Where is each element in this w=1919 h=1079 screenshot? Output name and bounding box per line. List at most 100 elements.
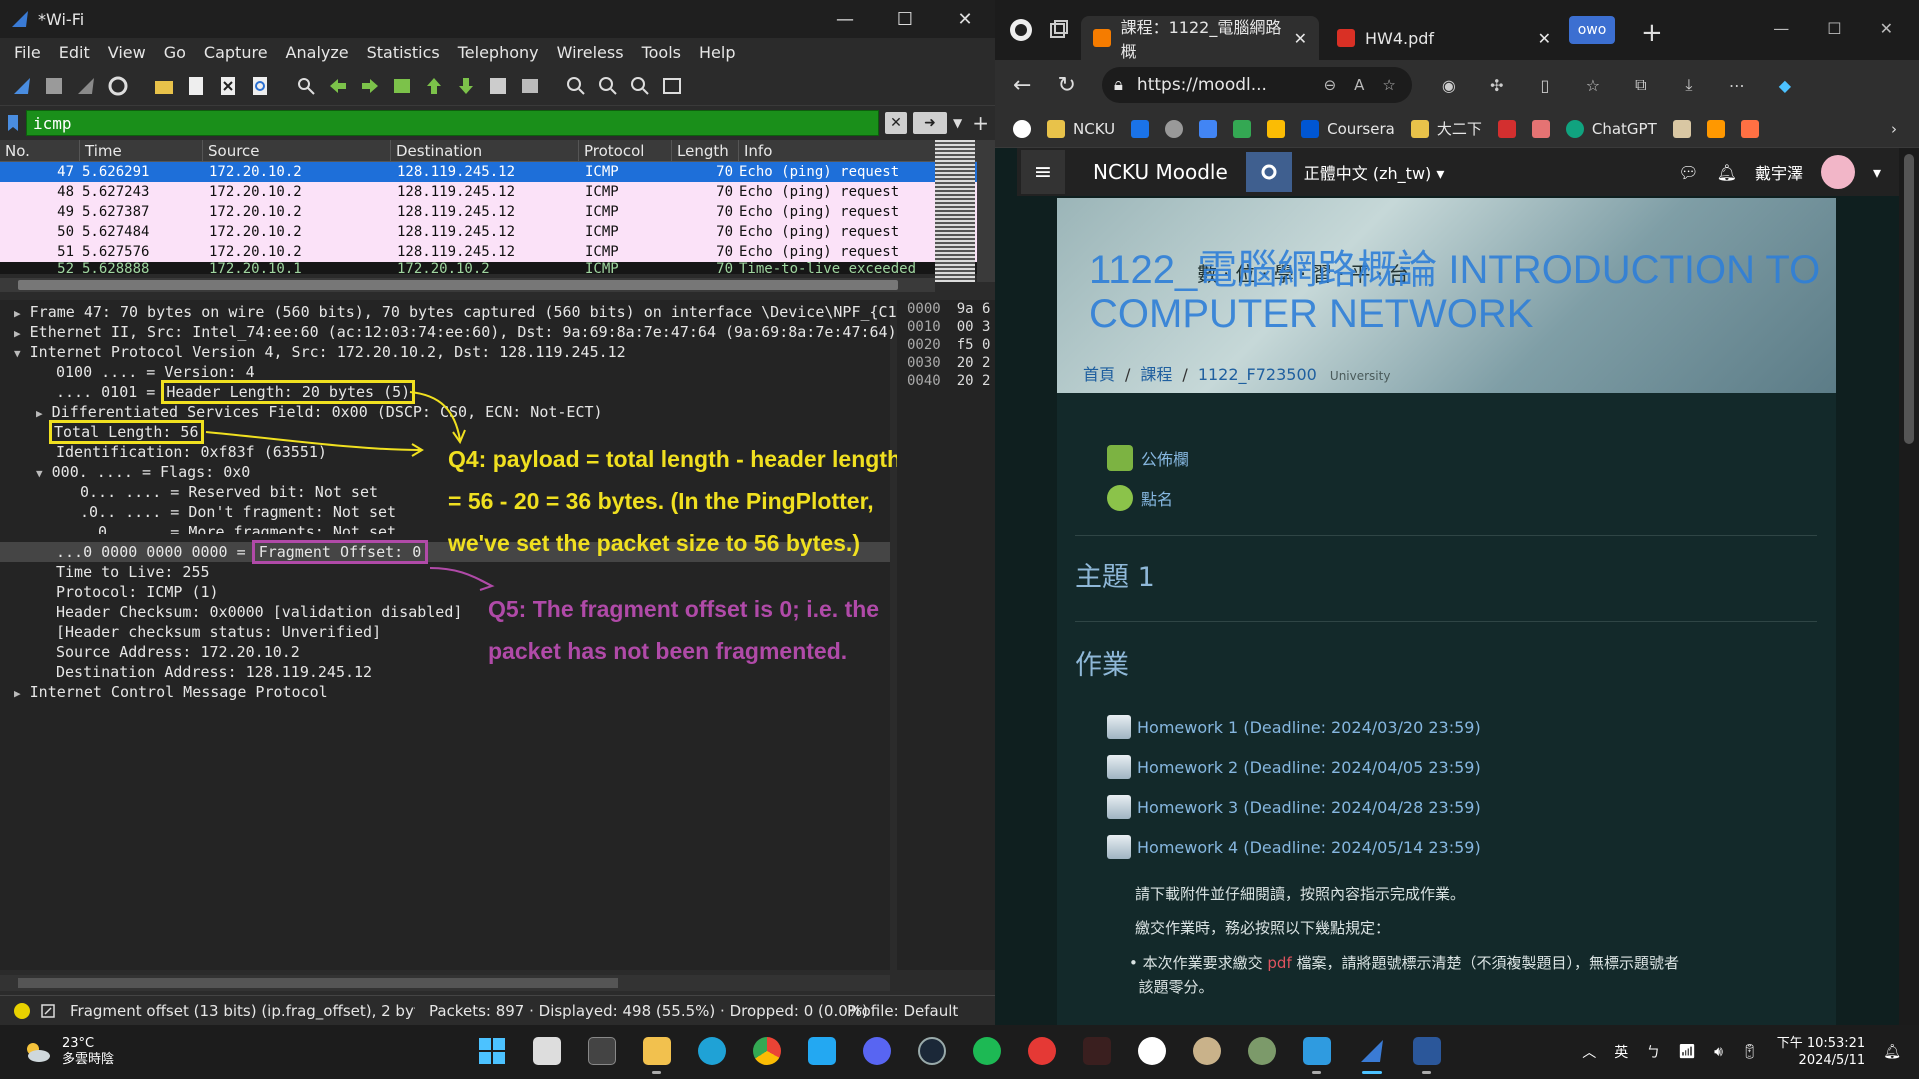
activity-forum[interactable]: 公佈欄 [1107, 445, 1189, 471]
capture-options-icon[interactable] [106, 74, 130, 98]
favorites-icon[interactable]: ☆ [1582, 74, 1604, 96]
google-bookmark-icon[interactable] [1013, 119, 1031, 138]
breadcrumb-home[interactable]: 首頁 [1083, 365, 1115, 384]
volume-icon[interactable]: 🔊︎ [1714, 1044, 1723, 1060]
wireshark-taskbar-icon[interactable] [1354, 1031, 1389, 1074]
user-name[interactable]: 戴宇澤 [1755, 160, 1803, 184]
drive-bookmark-icon[interactable] [1233, 119, 1252, 138]
copilot-icon[interactable]: ◆ [1774, 74, 1796, 96]
add-filter-button-icon[interactable]: + [972, 111, 989, 135]
menu-wireless[interactable]: Wireless [557, 43, 624, 62]
app-character-icon[interactable] [1244, 1031, 1279, 1071]
tree-source-address[interactable]: Source Address: 172.20.10.2 [56, 642, 300, 662]
menu-edit[interactable]: Edit [59, 43, 90, 62]
steam-icon[interactable] [914, 1031, 949, 1071]
favorite-star-icon[interactable]: ☆ [1382, 76, 1395, 94]
column-length[interactable]: Length [672, 140, 739, 161]
homework-link-1[interactable]: Homework 1 (Deadline: 2024/03/20 23:59) [1107, 715, 1481, 739]
refresh-icon[interactable]: ↻ [1057, 73, 1075, 98]
column-info[interactable]: Info [739, 140, 939, 161]
capture-comment-icon[interactable] [40, 1003, 56, 1019]
user-menu-chevron-icon[interactable]: ▾ [1873, 163, 1881, 182]
menu-capture[interactable]: Capture [204, 43, 268, 62]
menu-tools[interactable]: Tools [642, 43, 681, 62]
menu-go[interactable]: Go [164, 43, 186, 62]
go-forward-icon[interactable] [358, 74, 382, 98]
column-source[interactable]: Source [203, 140, 391, 161]
owo-tab[interactable]: owo [1569, 16, 1615, 44]
column-protocol[interactable]: Protocol [579, 140, 672, 161]
tree-checksum[interactable]: Header Checksum: 0x0000 [validation disa… [56, 602, 462, 622]
packet-list-hscrollbar[interactable] [0, 278, 935, 292]
table-row[interactable]: 51 5.627576 172.20.10.2 128.119.245.12 ICMP 7… [0, 242, 995, 262]
weather-widget[interactable]: 23°C 多雲時陰 [22, 1036, 114, 1068]
status-profile[interactable]: Profile: Default [847, 1002, 958, 1020]
tab-pdf[interactable]: HW4.pdf ✕ [1325, 16, 1563, 60]
task-view-icon[interactable] [529, 1031, 564, 1071]
moodle-brand[interactable]: NCKU Moodle [1093, 160, 1228, 184]
downloads-icon[interactable]: ⤓ [1678, 74, 1700, 96]
maximize-button[interactable]: ☐ [875, 9, 935, 30]
discord-icon[interactable] [859, 1031, 894, 1071]
table-row[interactable]: 48 5.627243 172.20.10.2 128.119.245.12 ICMP 7… [0, 182, 995, 202]
expand-arrow-icon[interactable]: ▶ [14, 687, 21, 700]
zoom-in-icon[interactable] [564, 74, 588, 98]
menu-statistics[interactable]: Statistics [367, 43, 440, 62]
start-button[interactable] [474, 1031, 509, 1071]
table-row[interactable]: 50 5.627484 172.20.10.2 128.119.245.12 ICMP 7… [0, 222, 995, 242]
bookmark-app2-icon[interactable] [1706, 119, 1725, 138]
collections-icon[interactable]: ⧉ [1630, 74, 1652, 96]
read-aloud-icon[interactable]: A [1354, 76, 1364, 94]
normal-size-icon[interactable] [628, 74, 652, 98]
bookmark-chatgpt[interactable]: ChatGPT [1565, 119, 1657, 138]
menu-help[interactable]: Help [699, 43, 735, 62]
reload-file-icon[interactable] [248, 74, 272, 98]
chrome-icon[interactable] [749, 1031, 784, 1071]
bookmark-coursera[interactable]: Coursera [1301, 119, 1395, 138]
close-tab-icon[interactable]: ✕ [1538, 29, 1551, 48]
tray-overflow-chevron-icon[interactable]: ︿ [1582, 1042, 1596, 1062]
notification-bell-icon[interactable]: 🔔︎ [1883, 1044, 1901, 1060]
go-to-packet-icon[interactable] [390, 74, 414, 98]
language-menu[interactable]: 正體中文 (zh_tw) ▾ [1304, 160, 1445, 184]
page-scrollbar[interactable] [1899, 148, 1919, 1025]
packet-details-hscrollbar[interactable] [0, 975, 890, 991]
start-capture-icon[interactable] [10, 74, 34, 98]
bookmark-ncku[interactable]: NCKU [1047, 119, 1115, 138]
close-tab-icon[interactable]: ✕ [1294, 29, 1307, 48]
resize-columns-icon[interactable] [660, 74, 684, 98]
more-menu-icon[interactable]: ⋯ [1726, 74, 1748, 96]
tab-moodle[interactable]: 課程：1122_電腦網路概 ✕ [1081, 16, 1319, 61]
menu-telephony[interactable]: Telephony [458, 43, 539, 62]
apply-filter-icon[interactable]: ➜ [913, 112, 947, 134]
colorize-icon[interactable] [518, 74, 542, 98]
notifications-bell-icon[interactable]: 🔔︎ [1717, 163, 1737, 182]
homework-link-3[interactable]: Homework 3 (Deadline: 2024/04/28 23:59) [1107, 795, 1481, 819]
save-file-icon[interactable] [184, 74, 208, 98]
file-explorer-icon[interactable] [639, 1031, 674, 1074]
terminal-icon[interactable] [584, 1031, 619, 1071]
drive2-bookmark-icon[interactable] [1267, 119, 1286, 138]
tree-destination-address[interactable]: Destination Address: 128.119.245.12 [56, 662, 372, 682]
clear-filter-icon[interactable]: ✕ [885, 112, 907, 134]
stop-capture-icon[interactable] [42, 74, 66, 98]
admin-cog-icon[interactable] [1245, 152, 1292, 192]
extensions-puzzle-icon[interactable]: ✣ [1486, 74, 1508, 96]
lock-icon[interactable]: 🔒︎ [1114, 75, 1123, 95]
activity-attendance[interactable]: 點名 [1107, 485, 1173, 511]
autoscroll-icon[interactable] [486, 74, 510, 98]
homework-link-4[interactable]: Homework 4 (Deadline: 2024/05/14 23:59) [1107, 835, 1481, 859]
menu-view[interactable]: View [108, 43, 146, 62]
zoom-out-icon[interactable] [596, 74, 620, 98]
close-file-icon[interactable] [216, 74, 240, 98]
tree-checksum-status[interactable]: [Header checksum status: Unverified] [56, 622, 381, 642]
display-filter-input[interactable]: icmp [26, 110, 879, 136]
messages-icon[interactable]: 💬︎ [1678, 163, 1698, 182]
browser-close-button[interactable]: ✕ [1880, 19, 1893, 38]
avatar[interactable] [1820, 155, 1855, 189]
battery-icon[interactable]: 🔋︎ [1741, 1044, 1759, 1060]
filter-history-dropdown-icon[interactable]: ▼ [953, 116, 962, 130]
browser-minimize-button[interactable]: — [1773, 19, 1789, 38]
back-icon[interactable]: ← [1013, 73, 1031, 98]
drawer-menu-icon[interactable]: ≡ [1021, 150, 1065, 194]
